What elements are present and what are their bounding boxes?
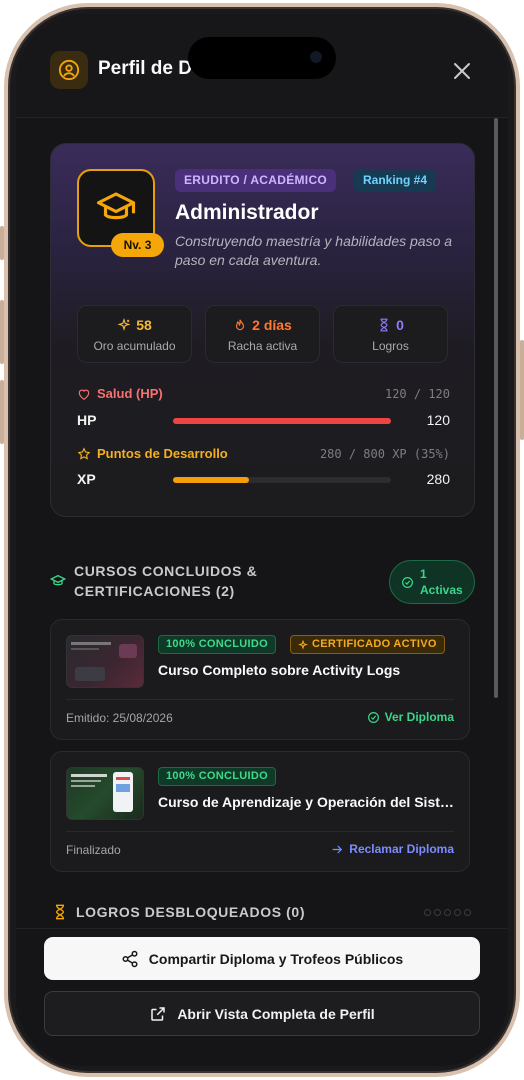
hp-heading: Salud (HP) bbox=[77, 386, 163, 401]
claim-diploma-label: Reclamar Diploma bbox=[349, 842, 454, 856]
heart-icon bbox=[78, 389, 90, 400]
stat-achievements: 0 Logros bbox=[333, 305, 448, 363]
view-diploma-link[interactable]: Ver Diploma bbox=[367, 710, 454, 724]
claim-diploma-link[interactable]: Reclamar Diploma bbox=[331, 842, 454, 856]
profile-description: Construyendo maestría y habilidades paso… bbox=[175, 233, 453, 268]
hp-bar-fill bbox=[173, 418, 391, 424]
xp-value: 280 bbox=[426, 471, 450, 487]
external-link-icon bbox=[151, 1006, 166, 1021]
xp-bar bbox=[173, 477, 391, 483]
share-button[interactable]: Compartir Diploma y Trofeos Públicos bbox=[44, 937, 480, 980]
share-icon bbox=[122, 950, 138, 967]
xp-range: 280 / 800 XP (35%) bbox=[319, 447, 450, 461]
sparkles-icon bbox=[117, 318, 131, 331]
course-status: Finalizado bbox=[66, 843, 121, 857]
divider bbox=[66, 831, 454, 832]
hp-bar bbox=[173, 418, 391, 424]
xp-key: XP bbox=[77, 471, 96, 487]
phone-screen: Perfil de Do Nv. 3 ERUDITO / ACADÉMICO R… bbox=[16, 14, 508, 1066]
achievement-slot bbox=[424, 909, 431, 916]
power-button bbox=[520, 340, 524, 440]
trophy-icon bbox=[55, 904, 65, 920]
achievement-slot bbox=[444, 909, 451, 916]
course-thumbnail bbox=[66, 767, 144, 820]
courses-title-line2: CERTIFICACIONES (2) bbox=[74, 583, 235, 599]
open-profile-label: Abrir Vista Completa de Perfil bbox=[177, 1005, 375, 1022]
modal-title: Perfil de Do bbox=[98, 58, 202, 79]
role-tag: ERUDITO / ACADÉMICO bbox=[175, 169, 337, 192]
course-card[interactable]: 100% CONCLUIDO CERTIFICADO ACTIVO Curso … bbox=[50, 619, 470, 740]
course-thumbnail bbox=[66, 635, 144, 688]
achievements-title: LOGROS DESBLOQUEADOS (0) bbox=[76, 904, 306, 920]
achievement-slot bbox=[464, 909, 471, 916]
ranking-tag: Ranking #4 bbox=[354, 169, 437, 192]
completed-badge: 100% CONCLUIDO bbox=[158, 767, 276, 786]
course-title: Curso Completo sobre Activity Logs bbox=[158, 662, 401, 678]
active-certs-pill: 1 Activas bbox=[389, 560, 475, 604]
arrow-right-icon bbox=[332, 845, 343, 853]
open-profile-button[interactable]: Abrir Vista Completa de Perfil bbox=[44, 991, 480, 1036]
active-label: Activas bbox=[420, 583, 463, 597]
course-card[interactable]: 100% CONCLUIDO Curso de Aprendizaje y Op… bbox=[50, 751, 470, 872]
check-circle-icon bbox=[367, 711, 379, 723]
profile-card: Nv. 3 ERUDITO / ACADÉMICO Ranking #4 Adm… bbox=[50, 143, 475, 517]
stat-gold-label: Oro acumulado bbox=[93, 339, 176, 353]
level-badge: Nv. 3 bbox=[111, 233, 164, 257]
certificate-badge-label: CERTIFICADO ACTIVO bbox=[312, 638, 437, 650]
courses-title-line1: CURSOS CONCLUIDOS & bbox=[74, 563, 258, 579]
xp-bar-fill bbox=[173, 477, 250, 483]
achievement-slots bbox=[424, 909, 471, 916]
xp-heading: Puntos de Desarrollo bbox=[77, 446, 228, 461]
star-icon bbox=[77, 446, 91, 460]
hp-range: 120 / 120 bbox=[384, 387, 450, 401]
modal-content: Nv. 3 ERUDITO / ACADÉMICO Ranking #4 Adm… bbox=[16, 118, 508, 928]
stat-gold-value: 58 bbox=[136, 317, 152, 333]
stat-achievements-label: Logros bbox=[372, 339, 409, 353]
stat-achievements-value: 0 bbox=[396, 317, 404, 333]
flame-icon bbox=[236, 319, 245, 331]
view-diploma-label: Ver Diploma bbox=[384, 710, 454, 724]
stat-streak: 2 días Racha activa bbox=[205, 305, 320, 363]
profile-name: Administrador bbox=[175, 201, 319, 224]
graduation-cap-small-icon bbox=[50, 574, 66, 586]
check-circle-icon bbox=[402, 576, 413, 588]
stat-streak-value: 2 días bbox=[252, 317, 292, 333]
completed-badge: 100% CONCLUIDO bbox=[158, 635, 276, 654]
close-icon[interactable] bbox=[452, 61, 472, 81]
divider bbox=[66, 699, 454, 700]
share-button-label: Compartir Diploma y Trofeos Públicos bbox=[148, 950, 404, 967]
hp-key: HP bbox=[77, 412, 97, 428]
course-issued-date: Emitido: 25/08/2026 bbox=[66, 711, 173, 725]
user-circle-icon bbox=[50, 51, 88, 89]
course-title: Curso de Aprendizaje y Operación del Sis… bbox=[158, 794, 458, 810]
active-count: 1 bbox=[420, 567, 427, 581]
courses-section-title: CURSOS CONCLUIDOS & CERTIFICACIONES (2) bbox=[74, 561, 257, 601]
achievement-slot bbox=[434, 909, 441, 916]
hourglass-icon bbox=[380, 318, 388, 332]
stat-gold: 58 Oro acumulado bbox=[77, 305, 192, 363]
action-footer: Compartir Diploma y Trofeos Públicos Abr… bbox=[16, 928, 508, 1066]
dynamic-island bbox=[188, 37, 336, 79]
sparkles-icon bbox=[298, 639, 308, 650]
stat-streak-label: Racha activa bbox=[227, 339, 298, 353]
hp-title: Salud (HP) bbox=[97, 386, 163, 401]
certificate-badge: CERTIFICADO ACTIVO bbox=[290, 635, 445, 654]
xp-title: Puntos de Desarrollo bbox=[97, 446, 228, 461]
achievement-slot bbox=[454, 909, 461, 916]
hp-value: 120 bbox=[426, 412, 450, 428]
